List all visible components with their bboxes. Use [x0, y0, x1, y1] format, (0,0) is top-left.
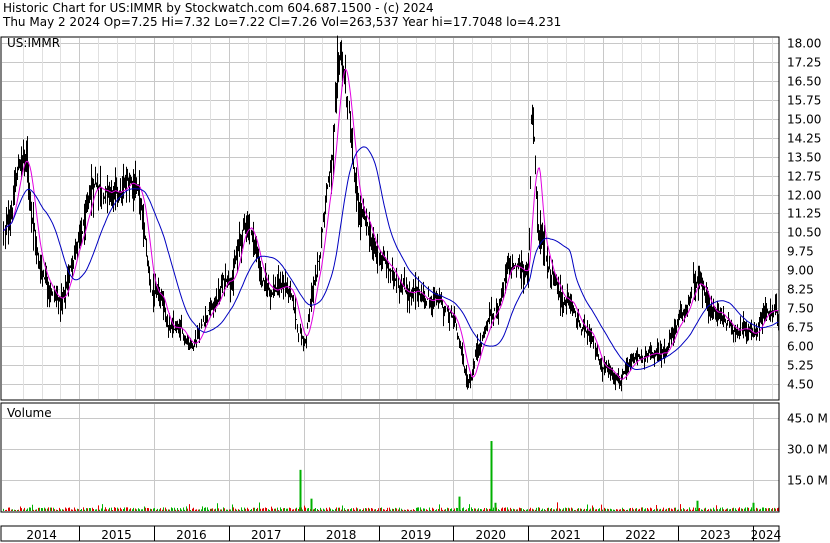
price-tick-label: 5.25	[787, 359, 814, 373]
year-tick-label: 2015	[101, 528, 132, 542]
volume-tick-label: 45.0 M	[787, 412, 828, 426]
year-tick-label: 2022	[625, 528, 656, 542]
price-tick-label: 16.50	[787, 75, 821, 89]
stock-chart: US:IMMR Volume 18.00 17.25 16.50 15.75 15.00…	[0, 35, 828, 542]
year-tick-label: 2016	[176, 528, 207, 542]
price-tick-label: 8.25	[787, 283, 814, 297]
price-tick-label: 12.75	[787, 170, 821, 184]
volume-panel-title: Volume	[7, 406, 52, 420]
price-tick-label: 10.50	[787, 226, 821, 240]
year-tick-label: 2017	[251, 528, 282, 542]
price-panel-title: US:IMMR	[7, 36, 60, 50]
moving-average-short	[3, 68, 779, 380]
price-tick-label: 4.50	[787, 378, 814, 392]
volume-bars	[3, 441, 779, 511]
year-tick-label: 2021	[550, 528, 581, 542]
year-tick-label: 2014	[26, 528, 57, 542]
volume-panel-border	[0, 402, 780, 513]
price-tick-label: 18.00	[787, 37, 821, 51]
price-tick-label: 17.25	[787, 56, 821, 70]
price-tick-label: 12.00	[787, 189, 821, 203]
volume-tick-label: 15.0 M	[787, 474, 828, 488]
price-tick-label: 9.75	[787, 245, 814, 259]
price-tick-label: 7.50	[787, 302, 814, 316]
year-tick-label: 2023	[700, 528, 731, 542]
year-tick-label: 2020	[476, 528, 507, 542]
price-tick-label: 13.50	[787, 151, 821, 165]
grid-lines	[2, 38, 779, 541]
price-tick-label: 6.75	[787, 321, 814, 335]
year-tick-label: 2024	[751, 528, 782, 542]
volume-tick-label: 30.0 M	[787, 443, 828, 457]
price-tick-label: 9.00	[787, 264, 814, 278]
price-tick-label: 14.25	[787, 132, 821, 146]
year-tick-label: 2018	[326, 528, 357, 542]
price-tick-label: 6.00	[787, 340, 814, 354]
price-tick-label: 11.25	[787, 207, 821, 221]
moving-average-long	[3, 146, 779, 370]
price-tick-label: 15.75	[787, 94, 821, 108]
price-tick-label: 15.00	[787, 113, 821, 127]
year-tick-label: 2019	[401, 528, 432, 542]
